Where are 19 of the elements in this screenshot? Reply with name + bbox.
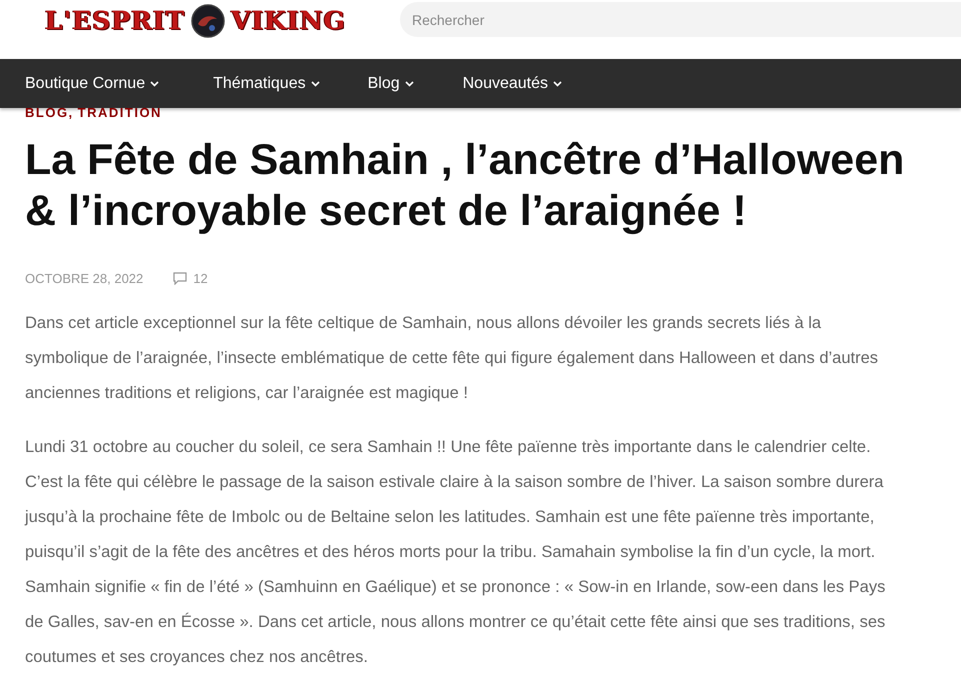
- article-title: La Fête de Samhain , l’ancêtre d’Halloween & l’incroyable secret de l’araignée !: [25, 135, 906, 237]
- nav-item[interactable]: Blog: [368, 74, 414, 92]
- category-link[interactable]: BLOG,: [25, 106, 74, 120]
- chevron-down-icon: [150, 80, 160, 86]
- logo-text[interactable]: L'ESPRIT: [45, 2, 186, 40]
- chevron-down-icon: [310, 80, 320, 86]
- nav-item[interactable]: Nouveautés: [462, 74, 562, 92]
- comment-icon: [173, 272, 188, 284]
- nav-item[interactable]: Boutique Cornue: [25, 74, 160, 92]
- category-link[interactable]: TRADITION: [78, 106, 162, 120]
- chevron-down-icon: [404, 80, 414, 86]
- post-date: OCTOBRE 28, 2022: [25, 270, 144, 286]
- search-field[interactable]: Rechercher: [400, 2, 961, 37]
- emblem-icon: [191, 4, 226, 38]
- logo-text[interactable]: VIKING: [231, 2, 346, 40]
- nav-item[interactable]: Thématiques: [213, 74, 320, 92]
- paragraph: Dans cet article exceptionnel sur la fête celtique de Samhain, nous allons dévoiler les grands secrets liés à la symbolique de l’araignée, l’insecte emblématique de cette fête qui figure également dans Halloween et dans d’autres anciennes traditions et religions, car l’araignée est magique !: [25, 313, 880, 404]
- chevron-down-icon: [553, 80, 562, 86]
- paragraph: Lundi 31 octobre au coucher du soleil, ce sera Samhain !! Une fête païenne très importante dans le calendrier celte. C’est la fête qui célèbre le passage de la saison estivale claire à la saison sombre de l’hiver. La saison sombre durera jusqu’à la prochaine fête de Imbolc ou de Beltaine selon les latitudes. Samhain est une fête païenne très importante, puisqu’il s’agit de la fête des ancêtres et des héros morts pour la tribu. Samahain symbolise la fin d’un cycle, la mort. Samhain signifie « fin de l’été » (Samhuinn en Gaélique) et se prononce : « Sow-in en Irlande, sow-een dans les Pays de Galles, sav-en en Écosse ». Dans cet article, nous allons montrer ce qu’était cette fête ainsi que ses traditions, ses coutumes et ses croyances chez nos ancêtres.: [25, 437, 886, 668]
